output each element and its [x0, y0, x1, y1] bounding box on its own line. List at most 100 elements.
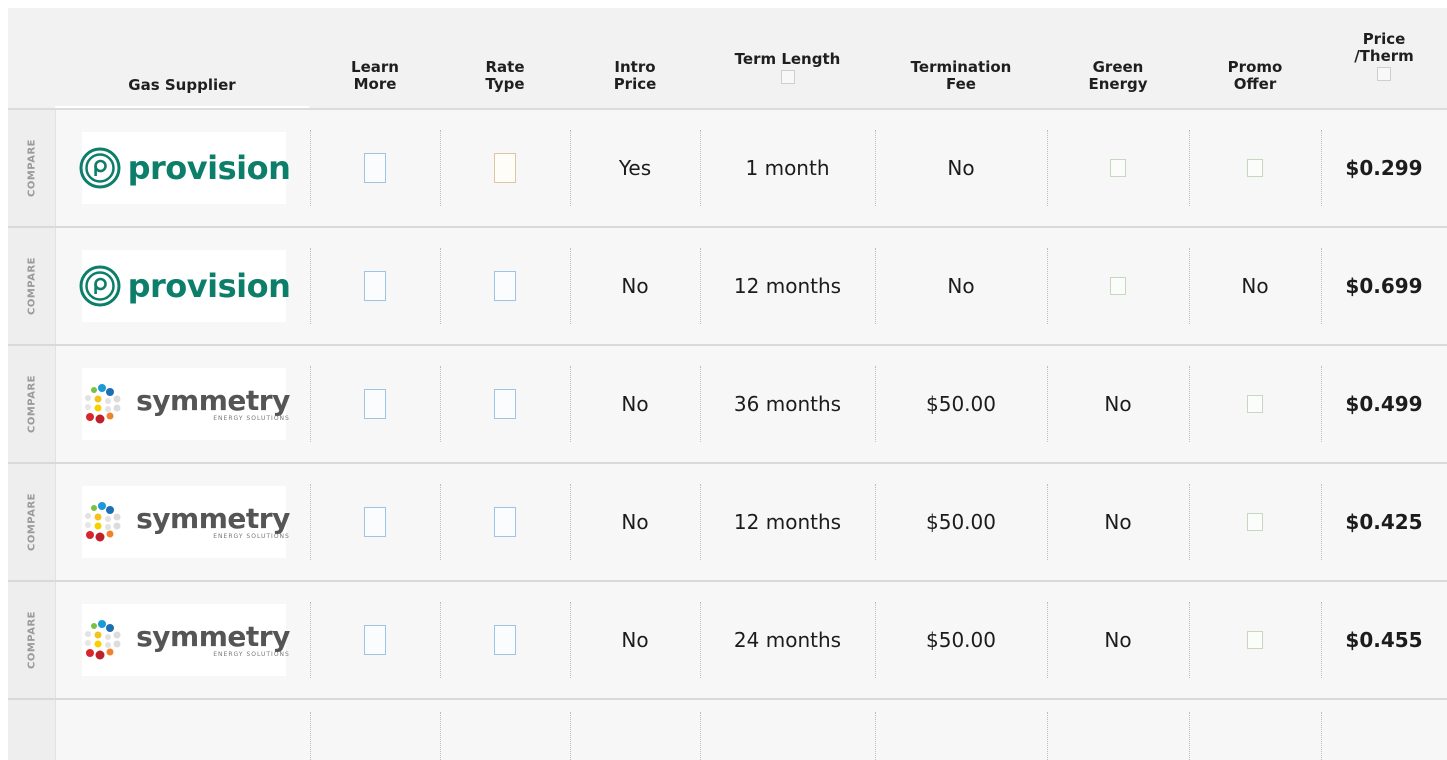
- rate-type-icon[interactable]: [494, 625, 516, 655]
- learn-more-cell: [310, 464, 440, 580]
- compare-tab[interactable]: COMPARE: [8, 228, 56, 344]
- price-value: $0.499: [1345, 392, 1423, 416]
- price-cell: $0.299: [1321, 110, 1447, 226]
- learn-more-icon[interactable]: [364, 507, 386, 537]
- intro-price-value: No: [621, 274, 649, 298]
- term-length-cell: 36 months: [700, 346, 875, 462]
- symmetry-tagline: ENERGY SOLUTIONS: [213, 650, 290, 658]
- table-row: COMPARE provision No 12 months No No $0.…: [8, 228, 1447, 346]
- provision-mark-icon: [79, 147, 121, 189]
- learn-more-icon[interactable]: [364, 271, 386, 301]
- sort-icon[interactable]: [1377, 67, 1391, 81]
- symmetry-logo: symmetry ENERGY SOLUTIONS: [78, 618, 290, 662]
- termination-fee-cell: $50.00: [875, 464, 1047, 580]
- supplier-logo-cell[interactable]: provision: [79, 250, 291, 322]
- rate-type-icon[interactable]: [494, 153, 516, 183]
- price-cell: $0.499: [1321, 346, 1447, 462]
- header-gas-supplier[interactable]: Gas Supplier: [55, 77, 309, 94]
- green-energy-cell: [1047, 228, 1189, 344]
- header-intro-price-line1: Intro: [614, 58, 656, 76]
- header-intro-price[interactable]: Intro Price: [570, 59, 700, 93]
- term-length-cell: 12 months: [700, 464, 875, 580]
- symmetry-logo: symmetry ENERGY SOLUTIONS: [78, 382, 290, 426]
- header-green-energy[interactable]: Green Energy: [1047, 59, 1189, 93]
- intro-price-cell: No: [570, 346, 700, 462]
- compare-tab[interactable]: COMPARE: [8, 582, 56, 698]
- header-term-length[interactable]: Term Length: [700, 51, 875, 84]
- column-divider: [440, 712, 441, 760]
- price-cell: $0.699: [1321, 228, 1447, 344]
- header-promo-offer-line2: Offer: [1233, 75, 1277, 93]
- compare-label: COMPARE: [26, 611, 37, 669]
- intro-price-value: No: [621, 392, 649, 416]
- column-divider: [1321, 712, 1322, 760]
- info-icon[interactable]: [1110, 277, 1126, 295]
- rates-table: Gas Supplier Learn More Rate Type Intro …: [8, 8, 1447, 760]
- promo-offer-cell: [1189, 582, 1321, 698]
- learn-more-icon[interactable]: [364, 153, 386, 183]
- header-termination-fee[interactable]: Termination Fee: [875, 59, 1047, 93]
- promo-offer-cell: [1189, 346, 1321, 462]
- rate-type-icon[interactable]: [494, 507, 516, 537]
- header-promo-offer-line1: Promo: [1227, 58, 1283, 76]
- provision-name: provision: [127, 267, 291, 305]
- rate-type-icon[interactable]: [494, 389, 516, 419]
- provision-logo: provision: [78, 264, 291, 308]
- header-price-therm[interactable]: Price /Therm: [1321, 31, 1447, 81]
- compare-tab[interactable]: COMPARE: [8, 464, 56, 580]
- compare-label: COMPARE: [26, 257, 37, 315]
- green-energy-cell: [1047, 110, 1189, 226]
- supplier-logo-cell[interactable]: symmetry ENERGY SOLUTIONS: [82, 604, 290, 676]
- table-header: Gas Supplier Learn More Rate Type Intro …: [8, 8, 1447, 110]
- table-row: COMPARE symmetry ENERGY SOLUTIONS No 24 …: [8, 582, 1447, 700]
- info-icon[interactable]: [1110, 159, 1126, 177]
- sort-icon[interactable]: [780, 70, 795, 84]
- green-energy-cell-value: No: [1104, 510, 1132, 534]
- supplier-logo-cell[interactable]: symmetry ENERGY SOLUTIONS: [82, 486, 290, 558]
- header-term-length-label: Term Length: [734, 50, 841, 68]
- header-promo-offer[interactable]: Promo Offer: [1189, 59, 1321, 93]
- green-energy-cell-value: No: [1104, 628, 1132, 652]
- table-row: COMPARE provision Yes 1 month No $0.299: [8, 110, 1447, 228]
- rate-type-cell: [440, 582, 570, 698]
- term-length-value: 1 month: [745, 156, 830, 180]
- intro-price-cell: No: [570, 464, 700, 580]
- header-rate-type[interactable]: Rate Type: [440, 59, 570, 93]
- supplier-logo-cell[interactable]: symmetry ENERGY SOLUTIONS: [82, 368, 290, 440]
- intro-price-cell: Yes: [570, 110, 700, 226]
- learn-more-cell: [310, 110, 440, 226]
- header-learn-more[interactable]: Learn More: [310, 59, 440, 93]
- price-value: $0.425: [1345, 510, 1423, 534]
- intro-price-value: No: [621, 628, 649, 652]
- termination-fee-cell: $50.00: [875, 582, 1047, 698]
- compare-tab[interactable]: COMPARE: [8, 110, 56, 226]
- compare-tab[interactable]: COMPARE: [8, 346, 56, 462]
- compare-tab[interactable]: [8, 700, 56, 760]
- green-energy-cell-value: No: [1104, 392, 1132, 416]
- price-cell: $0.425: [1321, 464, 1447, 580]
- info-icon[interactable]: [1247, 513, 1263, 531]
- rate-type-cell: [440, 346, 570, 462]
- header-rate-type-line2: Type: [485, 75, 525, 93]
- compare-label: COMPARE: [26, 493, 37, 551]
- info-icon[interactable]: [1247, 631, 1263, 649]
- info-icon[interactable]: [1247, 159, 1263, 177]
- learn-more-icon[interactable]: [364, 389, 386, 419]
- provision-name: provision: [127, 149, 291, 187]
- termination-fee-value: $50.00: [926, 510, 996, 534]
- termination-fee-cell: $50.00: [875, 346, 1047, 462]
- term-length-value: 12 months: [733, 510, 842, 534]
- header-green-energy-line1: Green: [1092, 58, 1144, 76]
- symmetry-logo: symmetry ENERGY SOLUTIONS: [78, 500, 290, 544]
- promo-offer-cell: [1189, 464, 1321, 580]
- term-length-cell: 12 months: [700, 228, 875, 344]
- green-energy-cell: No: [1047, 464, 1189, 580]
- learn-more-icon[interactable]: [364, 625, 386, 655]
- info-icon[interactable]: [1247, 395, 1263, 413]
- supplier-logo-cell[interactable]: provision: [79, 132, 291, 204]
- termination-fee-value: $50.00: [926, 392, 996, 416]
- table-row: COMPARE symmetry ENERGY SOLUTIONS No 12 …: [8, 464, 1447, 582]
- header-intro-price-line2: Price: [613, 75, 657, 93]
- symmetry-tagline: ENERGY SOLUTIONS: [213, 414, 290, 422]
- rate-type-icon[interactable]: [494, 271, 516, 301]
